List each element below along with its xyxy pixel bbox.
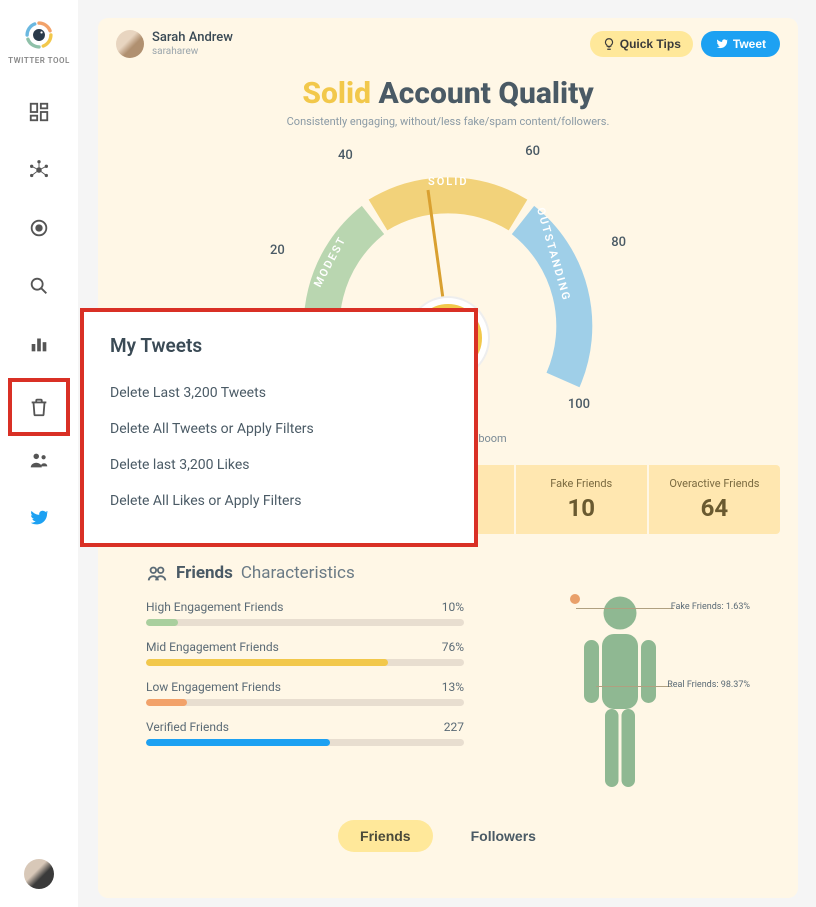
brand-block: TWITTER TOOL [8,18,70,65]
metric-row: Mid Engagement Friends 76% [146,640,464,666]
gauge-seg-solid: SOLID [428,175,469,188]
popup-item[interactable]: Delete Last 3,200 Tweets [110,375,448,411]
metric-bar-fill [146,619,178,626]
friends-icon [146,562,168,584]
figure-head-marker [570,594,580,604]
nav-search-icon[interactable] [20,267,58,305]
metric-bar-track [146,699,464,706]
metric-bar-track [146,739,464,746]
title-first: Solid [302,76,371,111]
nav-twitter-icon[interactable] [20,499,58,537]
user-handle: saraharew [152,46,233,58]
person-icon [575,592,665,802]
nav-analytics-icon[interactable] [20,325,58,363]
metric-label: Mid Engagement Friends [146,640,279,654]
metric-value: 76% [442,640,464,654]
friends-section: Friends Characteristics High Engagement … [146,562,750,802]
stat-label: Fake Friends [522,477,641,490]
stat-cell: Fake Friends 10 [514,465,647,534]
nav-trash-icon[interactable] [8,378,70,436]
tweet-button[interactable]: Tweet [701,31,780,57]
metric-label: High Engagement Friends [146,600,283,614]
anno-fake-friends: Fake Friends: 1.63% [671,602,750,612]
friends-heading-light: Characteristics [241,563,355,583]
gauge-tick-60: 60 [525,144,540,159]
metric-row: Verified Friends 227 [146,720,464,746]
lightbulb-icon [602,37,616,51]
gauge-tick-20: 20 [270,243,285,258]
title-block: Solid Account Quality Consistently engag… [116,76,780,128]
gauge-tick-80: 80 [611,235,626,250]
tweet-label: Tweet [733,37,766,51]
sidebar-avatar[interactable] [24,859,54,889]
metric-row: Low Engagement Friends 13% [146,680,464,706]
popup-title: My Tweets [110,334,448,357]
nav-network-icon[interactable] [20,151,58,189]
friends-heading: Friends Characteristics [146,562,464,584]
popup-items: Delete Last 3,200 TweetsDelete All Tweet… [110,375,448,519]
friends-figure: Fake Friends: 1.63% Real Friends: 98.37% [490,562,750,802]
popup-item[interactable]: Delete All Likes or Apply Filters [110,483,448,519]
metric-row: High Engagement Friends 10% [146,600,464,626]
user-avatar [116,30,144,58]
nav-people-icon[interactable] [20,441,58,479]
metric-bar-track [146,659,464,666]
popup-item[interactable]: Delete last 3,200 Likes [110,447,448,483]
metric-bar-track [146,619,464,626]
metric-label: Low Engagement Friends [146,680,281,694]
sidebar: TWITTER TOOL [0,0,78,907]
gauge-tick-40: 40 [338,148,353,163]
title-rest: Account Quality [378,76,593,111]
metric-value: 227 [444,720,464,734]
popup-item[interactable]: Delete All Tweets or Apply Filters [110,411,448,447]
metric-value: 10% [442,600,464,614]
friends-heading-bold: Friends [176,563,233,583]
quick-tips-button[interactable]: Quick Tips [590,31,693,57]
metric-bar-fill [146,659,388,666]
user-block[interactable]: Sarah Andrew saraharew [116,30,233,58]
brand-label: TWITTER TOOL [8,56,70,65]
metric-value: 13% [442,680,464,694]
toggle-followers[interactable]: Followers [449,820,558,852]
gauge-tick-100: 100 [568,397,590,412]
nav-dashboard-icon[interactable] [20,93,58,131]
stat-label: Overactive Friends [655,477,774,490]
anno-line-fake [576,608,674,609]
user-name: Sarah Andrew [152,30,233,46]
stat-cell: Overactive Friends 64 [647,465,780,534]
metric-label: Verified Friends [146,720,229,734]
stat-value: 64 [655,494,774,522]
header-row: Sarah Andrew saraharew Quick Tips Tweet [116,30,780,58]
anno-real-friends: Real Friends: 98.37% [667,680,750,690]
metric-bar-fill [146,699,187,706]
metric-bar-fill [146,739,330,746]
toggle-friends[interactable]: Friends [338,820,433,852]
stat-value: 10 [522,494,641,522]
quick-tips-label: Quick Tips [620,37,681,51]
toggle-row: Friends Followers [116,820,780,852]
twitter-icon [715,37,729,51]
nav-target-icon[interactable] [20,209,58,247]
my-tweets-popup: My Tweets Delete Last 3,200 TweetsDelete… [80,308,478,547]
friends-metrics: High Engagement Friends 10% Mid Engagement… [146,600,464,746]
brand-logo-icon [22,18,56,52]
subtitle: Consistently engaging, without/less fake… [116,115,780,128]
anno-line-real [596,686,671,687]
